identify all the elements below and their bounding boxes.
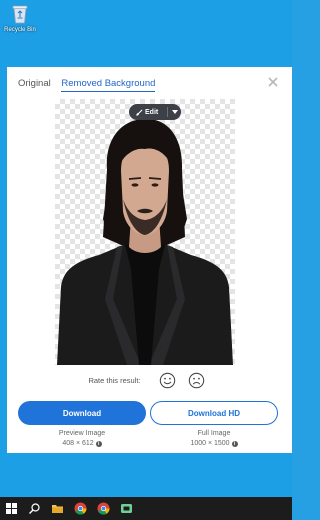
rating-row: Rate this result: <box>7 371 292 389</box>
chrome-icon <box>97 502 110 515</box>
tab-removed-background[interactable]: Removed Background <box>61 78 156 92</box>
download-button[interactable]: Download <box>18 401 146 425</box>
preview-image-caption: Preview Image <box>58 430 106 437</box>
taskbar-file-explorer[interactable] <box>46 497 69 520</box>
brush-icon <box>136 109 143 116</box>
edit-button[interactable]: Edit <box>129 104 181 120</box>
info-icon[interactable]: i <box>95 441 102 447</box>
frown-icon[interactable] <box>188 372 205 389</box>
close-icon[interactable] <box>267 76 279 88</box>
windows-start-icon <box>6 503 17 514</box>
chevron-down-icon <box>171 110 178 114</box>
tab-bar: Original Removed Background <box>18 78 163 92</box>
tab-original[interactable]: Original <box>18 78 51 91</box>
taskbar-store-app[interactable] <box>115 497 138 520</box>
smile-icon[interactable] <box>159 372 176 389</box>
recycle-bin-shortcut[interactable]: Recycle Bin <box>2 3 38 34</box>
rating-label: Rate this result: <box>88 375 141 385</box>
cutout-portrait-image <box>57 118 233 365</box>
file-explorer-icon <box>52 505 63 513</box>
full-image-size-row: 1000 × 1500 i <box>190 439 238 449</box>
result-preview <box>55 99 235 365</box>
preview-image-size-row: 408 × 612 i <box>62 439 102 449</box>
info-icon[interactable]: i <box>231 441 238 447</box>
edit-dropdown[interactable] <box>168 110 181 114</box>
full-image-caption: Full Image <box>197 430 231 437</box>
taskbar-search[interactable] <box>23 497 46 520</box>
full-image-info: Full Image 1000 × 1500 i <box>150 429 278 449</box>
store-app-icon <box>121 504 132 513</box>
recycle-bin-label: Recycle Bin <box>4 27 36 33</box>
taskbar-chrome[interactable] <box>69 497 92 520</box>
edit-main[interactable]: Edit <box>129 109 167 116</box>
chrome-icon <box>74 502 87 515</box>
search-icon <box>29 503 40 514</box>
taskbar-chrome-2[interactable] <box>92 497 115 520</box>
start-button[interactable] <box>0 497 23 520</box>
edit-label: Edit <box>145 108 159 116</box>
taskbar <box>0 497 292 520</box>
recycle-bin-icon <box>12 5 28 24</box>
download-hd-button[interactable]: Download HD <box>150 401 278 425</box>
background-removal-dialog: Original Removed Background Edit Rate th… <box>7 67 292 453</box>
full-image-size: 1000 × 1500 <box>190 440 230 447</box>
preview-image-info: Preview Image 408 × 612 i <box>18 429 146 449</box>
preview-image-size: 408 × 612 <box>62 440 94 447</box>
